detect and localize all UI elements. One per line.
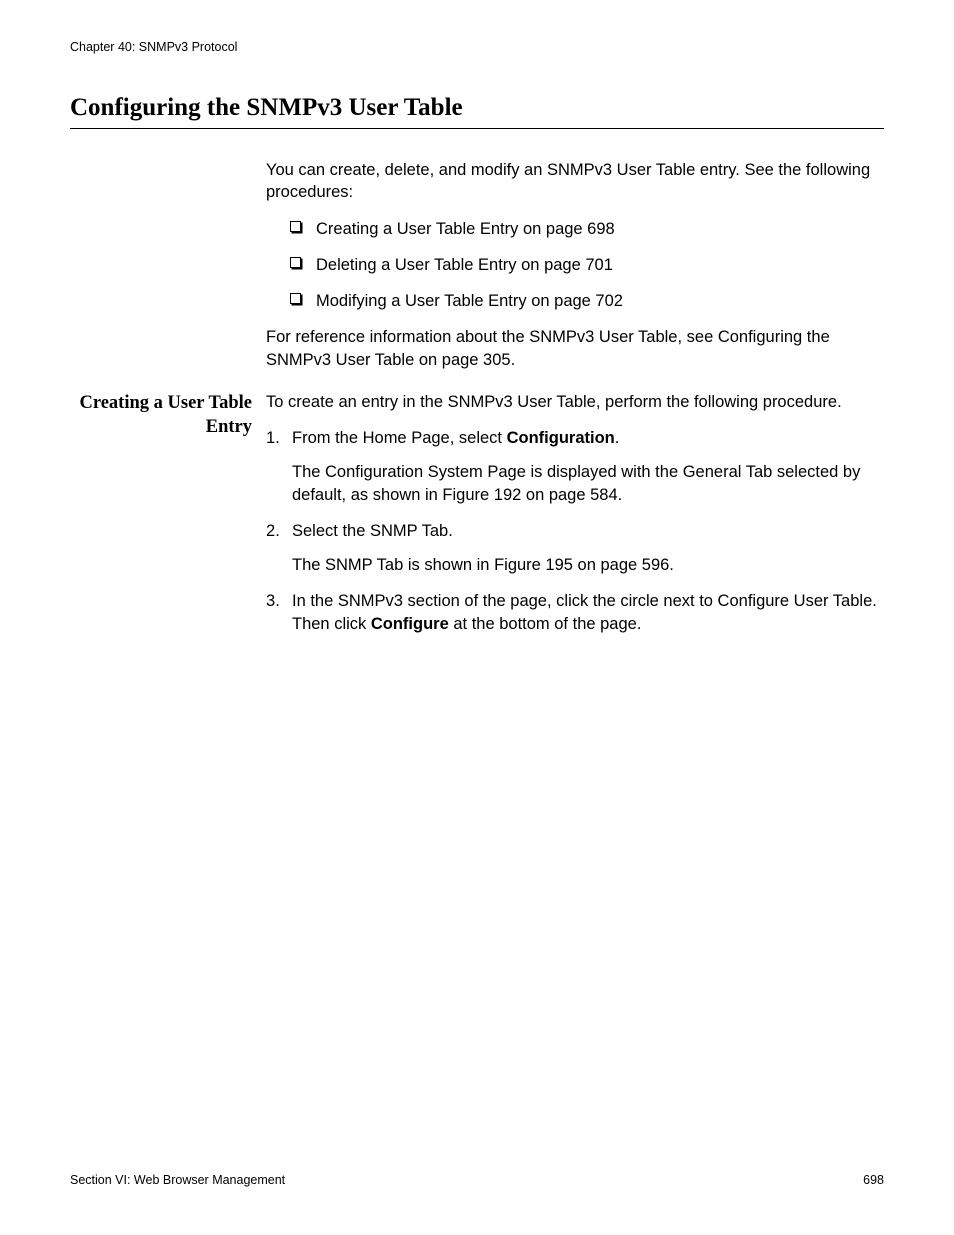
- footer-page-number: 698: [863, 1173, 884, 1187]
- side-heading: Creating a User Table Entry: [70, 391, 266, 439]
- reference-paragraph: For reference information about the SNMP…: [266, 326, 884, 371]
- running-header: Chapter 40: SNMPv3 Protocol: [70, 40, 884, 54]
- list-item-text: Modifying a User Table Entry on page 702: [316, 292, 623, 310]
- step-result: The Configuration System Page is display…: [292, 461, 884, 506]
- step-text: Select the SNMP Tab.: [292, 522, 453, 540]
- procedure-links: Creating a User Table Entry on page 698 …: [266, 218, 884, 313]
- list-item: Deleting a User Table Entry on page 701: [290, 254, 884, 276]
- list-item: Modifying a User Table Entry on page 702: [290, 290, 884, 312]
- step-item: From the Home Page, select Configuration…: [266, 427, 884, 506]
- step-item: In the SNMPv3 section of the page, click…: [266, 590, 884, 635]
- footer-section: Section VI: Web Browser Management: [70, 1173, 285, 1187]
- procedure-steps: From the Home Page, select Configuration…: [266, 427, 884, 635]
- list-item-text: Creating a User Table Entry on page 698: [316, 220, 615, 238]
- bullet-icon: [290, 293, 301, 304]
- step-text: In the SNMPv3 section of the page, click…: [292, 592, 877, 632]
- list-item: Creating a User Table Entry on page 698: [290, 218, 884, 240]
- step-item: Select the SNMP Tab. The SNMP Tab is sho…: [266, 520, 884, 577]
- page-footer: Section VI: Web Browser Management 698: [70, 1173, 884, 1187]
- page-title: Configuring the SNMPv3 User Table: [70, 94, 884, 129]
- bullet-icon: [290, 257, 301, 268]
- intro-paragraph: You can create, delete, and modify an SN…: [266, 159, 884, 204]
- subsection-intro: To create an entry in the SNMPv3 User Ta…: [266, 391, 884, 413]
- step-result: The SNMP Tab is shown in Figure 195 on p…: [292, 554, 884, 576]
- step-text: From the Home Page, select Configuration…: [292, 429, 619, 447]
- page: Chapter 40: SNMPv3 Protocol Configuring …: [0, 0, 954, 1235]
- list-item-text: Deleting a User Table Entry on page 701: [316, 256, 613, 274]
- bullet-icon: [290, 221, 301, 232]
